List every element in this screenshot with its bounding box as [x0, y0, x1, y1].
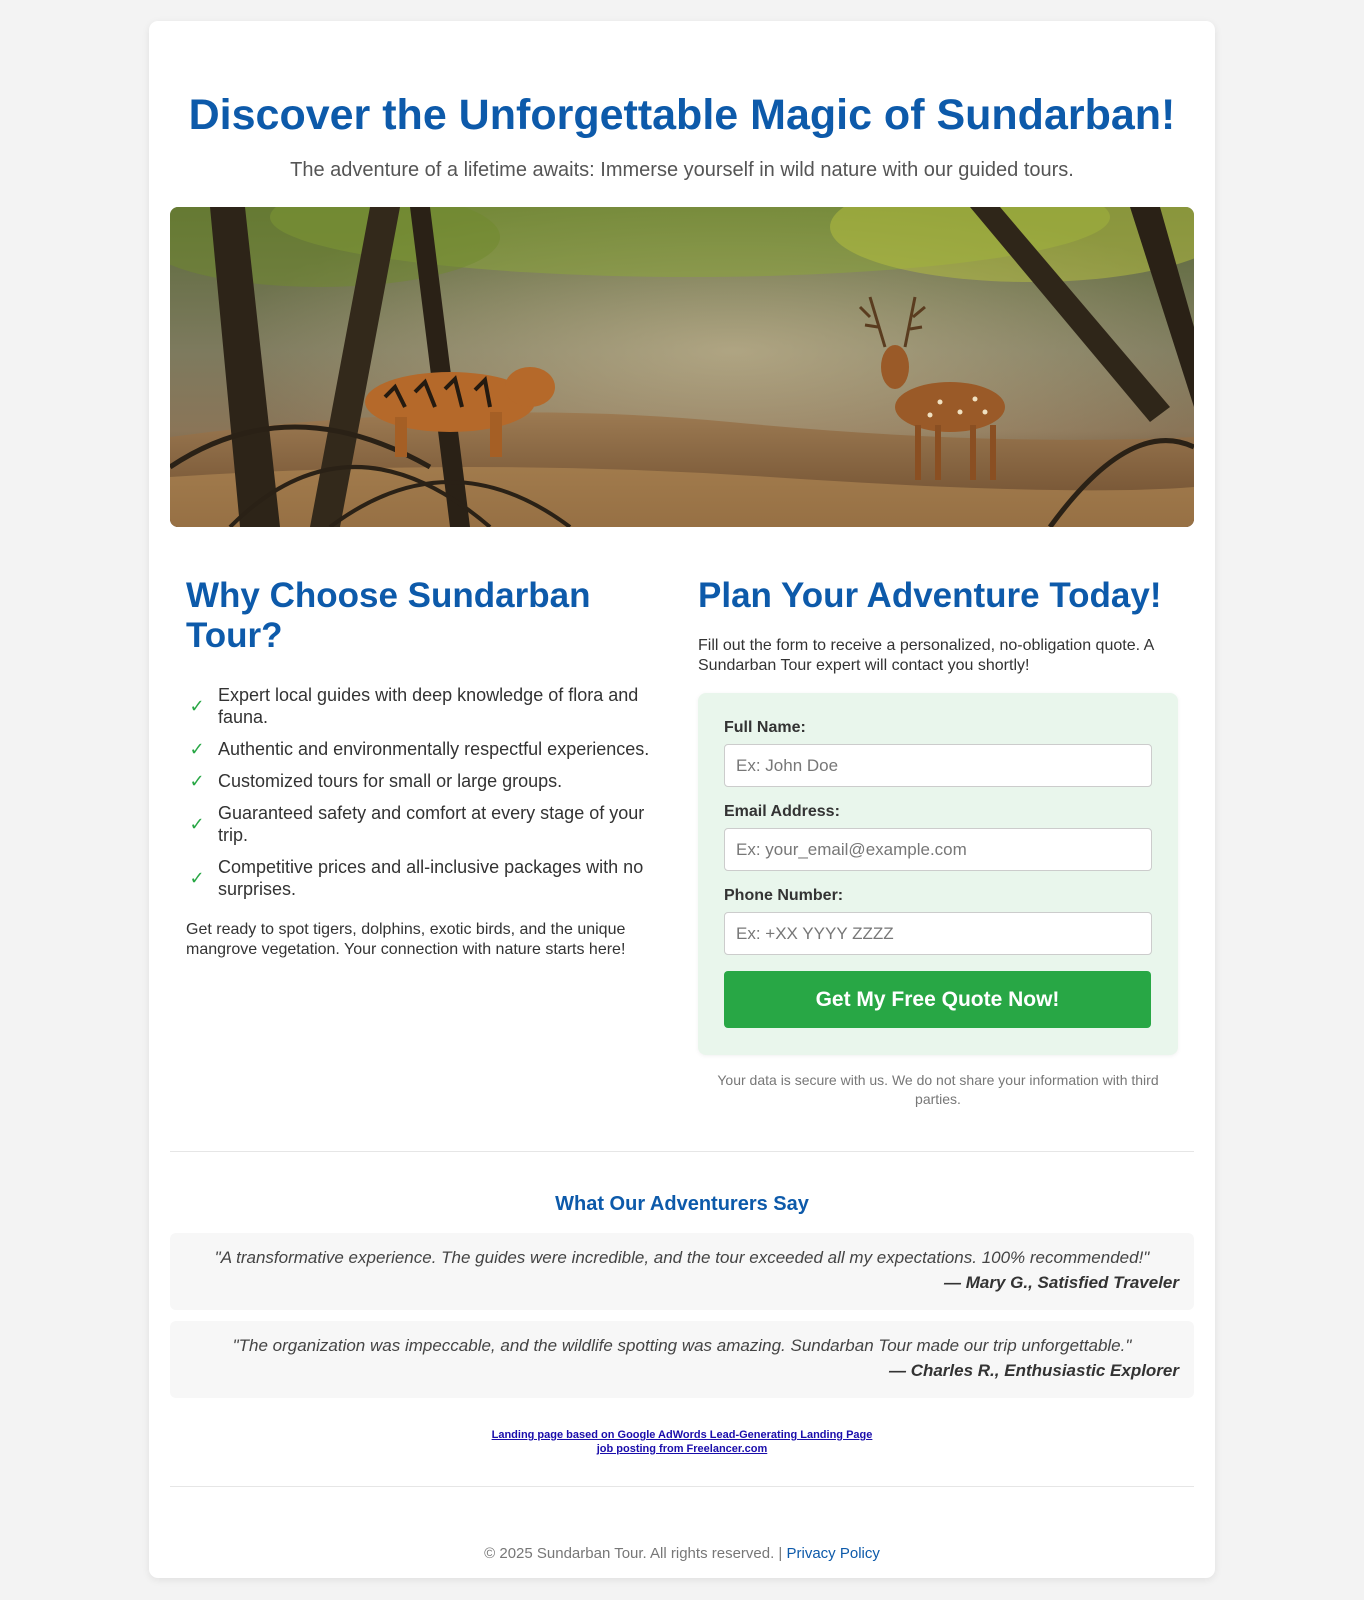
form-title: Plan Your Adventure Today! — [698, 576, 1162, 615]
privacy-policy-link[interactable]: Privacy Policy — [787, 1545, 880, 1562]
benefits-list: ✓ Expert local guides with deep knowledge… — [186, 684, 671, 900]
divider — [170, 1486, 1194, 1487]
why-choose-title: Why Choose Sundarban Tour? — [186, 576, 591, 655]
page-subtitle: The adventure of a lifetime awaits: Imme… — [290, 159, 1074, 181]
why-choose-section: Why Choose Sundarban Tour? ✓ Expert local… — [186, 576, 671, 960]
check-icon: ✓ — [189, 771, 205, 791]
check-icon: ✓ — [189, 814, 205, 834]
form-intro: Fill out the form to receive a personali… — [698, 637, 1154, 674]
testimonial-author: — Mary G., Satisfied Traveler — [944, 1273, 1179, 1292]
freelancer-link[interactable]: job posting from Freelancer.com — [597, 1443, 768, 1455]
credit-link[interactable]: Landing page based on Google AdWords Lea… — [492, 1429, 873, 1441]
list-item: ✓ Authentic and environmentally respectfu… — [186, 738, 671, 760]
copyright-text: © 2025 Sundarban Tour. All rights reserv… — [484, 1545, 787, 1562]
check-icon: ✓ — [189, 739, 205, 759]
privacy-note: Your data is secure with us. We do not s… — [717, 1072, 1159, 1107]
testimonial-card: "A transformative experience. The guides… — [170, 1233, 1194, 1310]
phone-label: Phone Number: — [724, 887, 844, 904]
list-item: ✓ Customized tours for small or large gro… — [186, 770, 671, 792]
full-name-label: Full Name: — [724, 719, 806, 736]
list-item: ✓ Expert local guides with deep knowledge… — [186, 684, 671, 728]
testimonials-title: What Our Adventurers Say — [555, 1193, 809, 1215]
footer: © 2025 Sundarban Tour. All rights reserv… — [149, 1545, 1215, 1562]
list-item: ✓ Guaranteed safety and comfort at every … — [186, 802, 671, 846]
testimonial-card: "The organization was impeccable, and th… — [170, 1321, 1194, 1398]
testimonial-quote: "A transformative experience. The guides… — [214, 1248, 1150, 1267]
check-icon: ✓ — [189, 696, 205, 716]
check-icon: ✓ — [189, 868, 205, 888]
testimonial-author: — Charles R., Enthusiastic Explorer — [888, 1361, 1179, 1380]
quote-form: Full Name: Email Address: Phone Number: … — [698, 693, 1178, 1055]
quote-form-section: Plan Your Adventure Today! Fill out the … — [698, 576, 1178, 1109]
testimonial-quote: "The organization was impeccable, and th… — [232, 1336, 1132, 1355]
divider — [170, 1151, 1194, 1152]
email-label: Email Address: — [724, 803, 840, 820]
get-quote-button[interactable]: Get My Free Quote Now! — [724, 971, 1151, 1028]
credit-note: Landing page based on Google AdWords Lea… — [149, 1428, 1215, 1456]
hero-image — [170, 207, 1194, 527]
full-name-input[interactable] — [724, 744, 1152, 787]
list-item: ✓ Competitive prices and all-inclusive pa… — [186, 856, 671, 900]
page-card: Discover the Unforgettable Magic of Sund… — [149, 21, 1215, 1578]
page-title: Discover the Unforgettable Magic of Sund… — [188, 91, 1176, 139]
phone-input[interactable] — [724, 912, 1152, 955]
email-input[interactable] — [724, 828, 1152, 871]
why-choose-closing: Get ready to spot tigers, dolphins, exot… — [186, 921, 626, 958]
